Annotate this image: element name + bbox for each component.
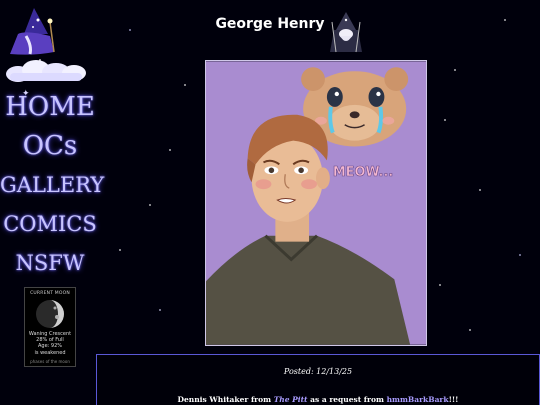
artwork-image[interactable]: MEOW... [205, 60, 427, 346]
post-date: Posted: 12/13/25 [283, 367, 353, 376]
post-box: Posted: 12/13/25 Dennis Whitaker from Th… [96, 354, 540, 405]
post-desc-start: Dennis Whitaker from [177, 395, 272, 404]
nav-comics-link[interactable]: COMICS [0, 205, 100, 244]
post-desc-mid: as a request from [310, 395, 384, 404]
nav-nsfw-link[interactable]: NSFW [0, 244, 100, 283]
nav-home-link[interactable]: HOME [0, 88, 100, 127]
sidebar-nav: HOME OCs GALLERY COMICS NSFW [0, 88, 104, 283]
post-description: Dennis Whitaker from The Pitt as a reque… [97, 395, 539, 404]
post-requester-link[interactable]: hmmBarkBark [387, 395, 449, 404]
post-show-link[interactable]: The Pitt [274, 395, 308, 404]
page: ✦ HOME OCs GALLERY COMICS NSFW CURRENT M… [0, 0, 540, 405]
post-desc-end: !!! [448, 395, 459, 404]
moon-phase-widget[interactable]: CURRENT MOON Waning Crescent 28% of Full… [24, 287, 76, 367]
moon-icon [36, 300, 64, 328]
moon-footer-link[interactable]: phases of the moon [25, 359, 75, 364]
page-title: George Henry [215, 16, 325, 32]
nav-ocs-link[interactable]: OCs [0, 127, 100, 166]
moon-widget-title: CURRENT MOON [30, 291, 70, 296]
nav-gallery-link[interactable]: GALLERY [0, 166, 104, 205]
moon-note: is weakened [34, 349, 66, 356]
cloud-icon [6, 60, 86, 82]
wizard-mascot-icon [330, 12, 362, 53]
wizard-icon [10, 8, 55, 55]
artwork-speech-text: MEOW... [333, 165, 393, 180]
